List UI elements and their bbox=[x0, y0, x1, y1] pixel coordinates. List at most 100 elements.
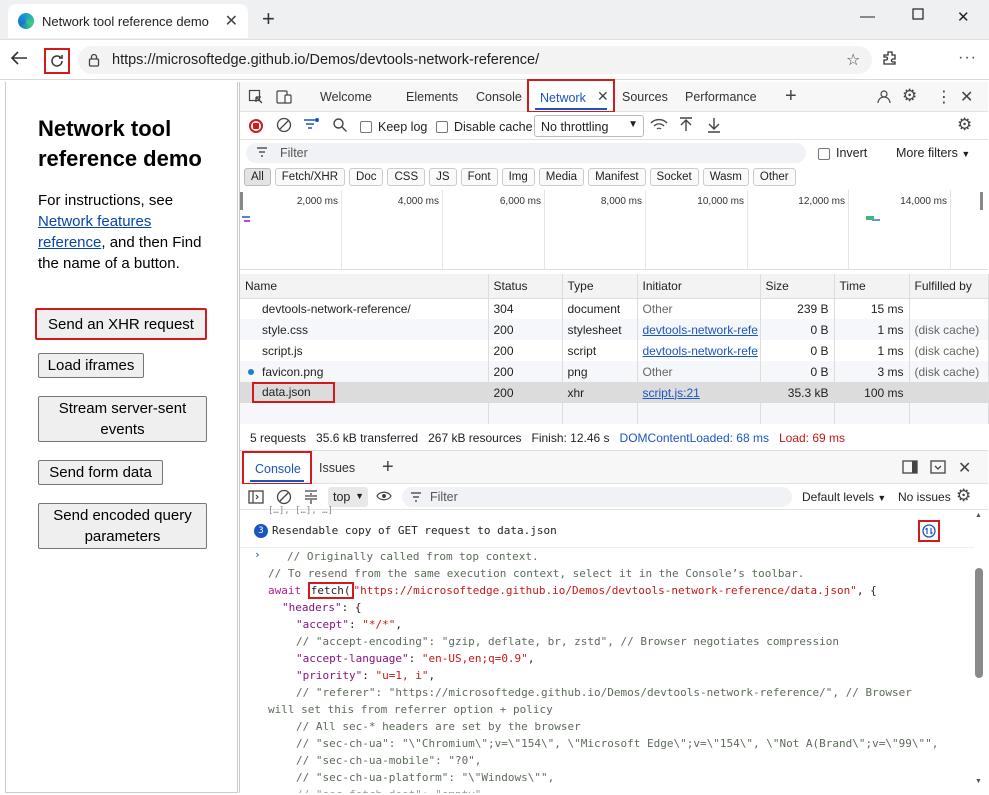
search-icon[interactable] bbox=[332, 117, 348, 133]
table-row-selected[interactable]: data.json 200 xhr script.js:21 35.3 kB 1… bbox=[240, 382, 989, 403]
send-xhr-button[interactable]: Send an XHR request bbox=[35, 308, 207, 340]
load-iframes-button[interactable]: Load iframes bbox=[38, 353, 144, 378]
new-tab-icon[interactable]: + bbox=[262, 8, 275, 30]
stream-events-button[interactable]: Stream server-sent events bbox=[38, 396, 207, 442]
network-overview-timeline[interactable]: 2,000 ms 4,000 ms 6,000 ms 8,000 ms 10,0… bbox=[240, 190, 988, 270]
tab-network[interactable]: Network ✕ bbox=[527, 79, 615, 113]
table-row[interactable]: script.js 200 script devtools-network-re… bbox=[240, 340, 989, 361]
log-levels-dropdown[interactable]: Default levels ▼ bbox=[802, 490, 886, 504]
filter-funnel-icon[interactable] bbox=[302, 117, 320, 133]
minimize-icon[interactable]: — bbox=[860, 8, 875, 25]
close-network-tab-icon[interactable]: ✕ bbox=[597, 88, 609, 105]
scroll-down-arrow-icon[interactable]: ▼ bbox=[975, 778, 982, 785]
network-conditions-icon[interactable] bbox=[650, 117, 668, 133]
drawer-minimize-icon[interactable] bbox=[930, 460, 946, 474]
column-header-initiator[interactable]: Initiator bbox=[637, 274, 761, 299]
type-filter-doc[interactable]: Doc bbox=[349, 168, 384, 186]
more-tabs-plus-icon[interactable]: + bbox=[785, 85, 797, 108]
lock-icon[interactable] bbox=[88, 53, 100, 67]
console-filter-input[interactable]: Filter bbox=[402, 487, 792, 507]
reload-icon[interactable] bbox=[44, 48, 70, 74]
close-devtools-icon[interactable]: ✕ bbox=[960, 87, 973, 107]
settings-gear-icon[interactable]: ⚙ bbox=[902, 86, 917, 106]
type-filter-other[interactable]: Other bbox=[752, 168, 796, 186]
network-filter-input[interactable]: Filter bbox=[246, 143, 806, 163]
back-arrow-icon[interactable] bbox=[10, 50, 28, 66]
tab-welcome[interactable]: Welcome bbox=[320, 90, 372, 104]
drawer-tab-console[interactable]: Console bbox=[242, 451, 312, 485]
export-har-icon[interactable] bbox=[706, 117, 722, 133]
initiator-link[interactable]: devtools-network-refe bbox=[643, 323, 758, 337]
live-expression-eye-icon[interactable] bbox=[376, 489, 392, 503]
import-har-icon[interactable] bbox=[678, 117, 694, 133]
browser-tab[interactable]: Network tool reference demo ✕ bbox=[8, 4, 248, 38]
invert-checkbox[interactable] bbox=[818, 146, 830, 160]
tab-elements[interactable]: Elements bbox=[406, 90, 458, 104]
scroll-up-arrow-icon[interactable]: ▲ bbox=[975, 512, 982, 519]
type-filter-media[interactable]: Media bbox=[538, 168, 585, 186]
disable-cache-checkbox[interactable] bbox=[436, 119, 448, 133]
type-filter-socket[interactable]: Socket bbox=[649, 168, 699, 186]
filter-placeholder: Filter bbox=[280, 146, 308, 160]
timeline-right-handle[interactable] bbox=[980, 192, 983, 210]
close-drawer-icon[interactable]: ✕ bbox=[958, 458, 971, 478]
column-header-time[interactable]: Time bbox=[834, 274, 910, 299]
maximize-icon[interactable] bbox=[912, 8, 924, 20]
console-sidebar-icon[interactable] bbox=[248, 490, 264, 504]
column-header-type[interactable]: Type bbox=[562, 274, 638, 299]
type-filter-manifest[interactable]: Manifest bbox=[588, 168, 646, 186]
column-header-size[interactable]: Size bbox=[760, 274, 835, 299]
type-filter-wasm[interactable]: Wasm bbox=[702, 168, 749, 186]
expand-arrow-icon[interactable]: › bbox=[254, 548, 261, 561]
clear-icon[interactable] bbox=[276, 117, 292, 133]
type-filter-img[interactable]: Img bbox=[501, 168, 535, 186]
execution-context-select[interactable]: top ▼ bbox=[328, 487, 368, 507]
code-line: // All sec-* headers are set by the brow… bbox=[296, 720, 581, 733]
console-settings-icon[interactable]: ⚙ bbox=[956, 486, 971, 506]
clear-console-icon[interactable] bbox=[276, 489, 292, 505]
send-query-button[interactable]: Send encoded query parameters bbox=[38, 503, 207, 549]
extensions-icon[interactable] bbox=[882, 50, 898, 66]
tab-console[interactable]: Console bbox=[476, 90, 522, 104]
inspect-element-icon[interactable] bbox=[248, 89, 264, 105]
drawer-tab-issues[interactable]: Issues bbox=[319, 461, 355, 475]
type-filter-font[interactable]: Font bbox=[460, 168, 498, 186]
keep-log-checkbox[interactable] bbox=[360, 119, 372, 133]
profile-icon[interactable] bbox=[876, 89, 892, 105]
column-header-status[interactable]: Status bbox=[488, 274, 563, 299]
type-filter-fetch-xhr[interactable]: Fetch/XHR bbox=[274, 168, 346, 186]
type-filter-js[interactable]: JS bbox=[429, 168, 457, 186]
console-filter-icon[interactable] bbox=[304, 489, 318, 505]
devtools-menu-icon[interactable]: ⋮ bbox=[936, 87, 952, 107]
tab-sources[interactable]: Sources bbox=[622, 90, 668, 104]
column-header-name[interactable]: Name bbox=[240, 274, 489, 299]
request-time: 100 ms bbox=[834, 382, 910, 403]
send-form-button[interactable]: Send form data bbox=[38, 460, 163, 485]
device-toolbar-icon[interactable] bbox=[276, 89, 292, 105]
table-row[interactable]: favicon.png 200 png Other 0 B 3 ms (disk… bbox=[240, 361, 989, 382]
type-filter-all[interactable]: All bbox=[244, 168, 271, 186]
dock-drawer-icon[interactable] bbox=[902, 460, 918, 474]
more-menu-icon[interactable]: ··· bbox=[958, 49, 977, 67]
drawer-add-tab-icon[interactable]: + bbox=[382, 456, 394, 479]
resend-icon[interactable] bbox=[918, 520, 940, 542]
favorite-star-icon[interactable]: ☆ bbox=[846, 50, 860, 70]
scrollbar-thumb[interactable] bbox=[975, 568, 983, 678]
timeline-left-handle[interactable] bbox=[240, 192, 243, 210]
network-settings-icon[interactable]: ⚙ bbox=[957, 115, 972, 135]
more-filters-dropdown[interactable]: More filters ▼ bbox=[896, 146, 970, 160]
initiator-link[interactable]: devtools-network-refe bbox=[643, 344, 758, 358]
tab-performance[interactable]: Performance bbox=[685, 90, 757, 104]
address-bar[interactable]: https://microsoftedge.github.io/Demos/de… bbox=[78, 46, 872, 74]
initiator-link[interactable]: script.js:21 bbox=[643, 386, 700, 400]
close-window-icon[interactable]: ✕ bbox=[957, 8, 970, 26]
column-header-fulfilled-by[interactable]: Fulfilled by bbox=[909, 274, 989, 299]
throttling-select[interactable]: No throttling ▼ bbox=[534, 115, 644, 137]
chevron-down-icon: ▼ bbox=[628, 119, 638, 130]
table-row[interactable]: devtools-network-reference/ 304 document… bbox=[240, 298, 989, 319]
type-filter-css[interactable]: CSS bbox=[387, 168, 426, 186]
record-icon[interactable] bbox=[249, 119, 263, 133]
close-tab-icon[interactable]: ✕ bbox=[225, 11, 238, 31]
table-row[interactable]: style.css 200 stylesheet devtools-networ… bbox=[240, 319, 989, 340]
console-scrollbar[interactable]: ▲ ▼ bbox=[974, 512, 984, 790]
